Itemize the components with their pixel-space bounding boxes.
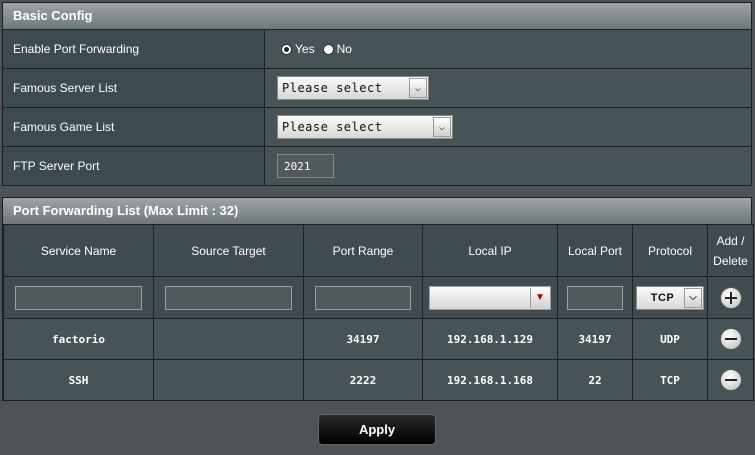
ftp-server-port-value: 2021 [265,147,751,185]
new-rule-input-row: ▼ TCP ⌵ [3,276,754,319]
row-protocol: TCP [632,359,708,401]
row-local-port: 34197 [557,318,633,360]
enable-port-forwarding-options: Yes No [265,30,751,68]
protocol-select[interactable]: TCP ⌵ [636,285,704,310]
local-ip-cell: ▼ [422,276,558,319]
famous-game-list-value: Please select ⌵ [265,108,751,146]
famous-server-list-label: Famous Server List [3,69,265,107]
row-service: factorio [3,318,154,360]
basic-config-panel: Basic Config Enable Port Forwarding Yes … [2,2,752,186]
radio-no-label: No [336,42,352,56]
famous-server-select-text: Please select [282,81,383,95]
famous-server-select[interactable]: Please select ⌵ [277,76,429,100]
port-forwarding-panel: Port Forwarding List (Max Limit : 32) Se… [2,197,754,401]
row-source [153,318,304,360]
row-port-range: 34197 [303,318,423,360]
row-protocol: UDP [632,318,708,360]
row-local-port: 22 [557,359,633,401]
ftp-server-port-label: FTP Server Port [3,147,265,185]
port-forwarding-table: Service Name Source Target Port Range Lo… [3,224,754,401]
service-name-cell [3,276,154,319]
protocol-select-text: TCP [650,291,675,304]
row-local-ip: 192.168.1.129 [422,318,558,360]
apply-button[interactable]: Apply [318,414,436,445]
col-source-target: Source Target [153,224,304,277]
famous-game-select-text: Please select [282,120,383,134]
enable-port-forwarding-row: Enable Port Forwarding Yes No [3,30,751,69]
col-local-ip: Local IP [422,224,558,277]
col-protocol: Protocol [632,224,708,277]
col-port-range: Port Range [303,224,423,277]
dropdown-triangle-icon[interactable]: ▼ [530,287,549,308]
row-port-range: 2222 [303,359,423,401]
chevron-down-icon[interactable]: ⌵ [433,117,451,137]
table-header-row: Service Name Source Target Port Range Lo… [3,224,754,277]
ftp-port-input[interactable]: 2021 [277,154,334,178]
table-row: SSH 2222 192.168.1.168 22 TCP [3,359,754,401]
plus-circle-icon[interactable] [719,286,742,309]
ftp-server-port-row: FTP Server Port 2021 [3,147,751,185]
famous-game-select[interactable]: Please select ⌵ [277,115,453,139]
col-service-name: Service Name [3,224,154,277]
col-local-port: Local Port [557,224,633,277]
local-ip-combobox[interactable]: ▼ [429,285,551,310]
radio-no-dot[interactable] [322,43,334,55]
enable-port-forwarding-label: Enable Port Forwarding [3,30,265,68]
radio-no[interactable]: No [322,42,352,56]
delete-cell [707,318,754,360]
chevron-down-icon[interactable]: ⌵ [409,78,427,98]
add-cell [707,276,754,319]
port-forwarding-header: Port Forwarding List (Max Limit : 32) [3,198,751,224]
table-row: factorio 34197 192.168.1.129 34197 UDP [3,318,754,360]
col-add-delete: Add / Delete [707,224,754,277]
port-range-input[interactable] [315,285,411,310]
service-name-input[interactable] [15,285,142,310]
minus-circle-icon[interactable] [719,328,742,350]
protocol-cell: TCP ⌵ [632,276,708,319]
row-local-ip: 192.168.1.168 [422,359,558,401]
radio-yes-label: Yes [295,42,315,56]
radio-yes-dot[interactable] [281,43,292,55]
famous-game-list-row: Famous Game List Please select ⌵ [3,108,751,147]
row-service: SSH [3,359,154,401]
local-port-cell [557,276,633,319]
famous-server-list-value: Please select ⌵ [265,69,751,107]
famous-server-list-row: Famous Server List Please select ⌵ [3,69,751,108]
radio-yes[interactable]: Yes [281,42,315,56]
delete-cell [707,359,754,401]
basic-config-header: Basic Config [3,3,751,30]
famous-game-list-label: Famous Game List [3,108,265,146]
source-target-cell [153,276,304,319]
port-range-cell [303,276,423,319]
local-port-input[interactable] [567,285,623,310]
source-target-input[interactable] [165,285,292,310]
minus-circle-icon[interactable] [719,369,742,391]
chevron-down-icon[interactable]: ⌵ [684,287,702,308]
row-source [153,359,304,401]
